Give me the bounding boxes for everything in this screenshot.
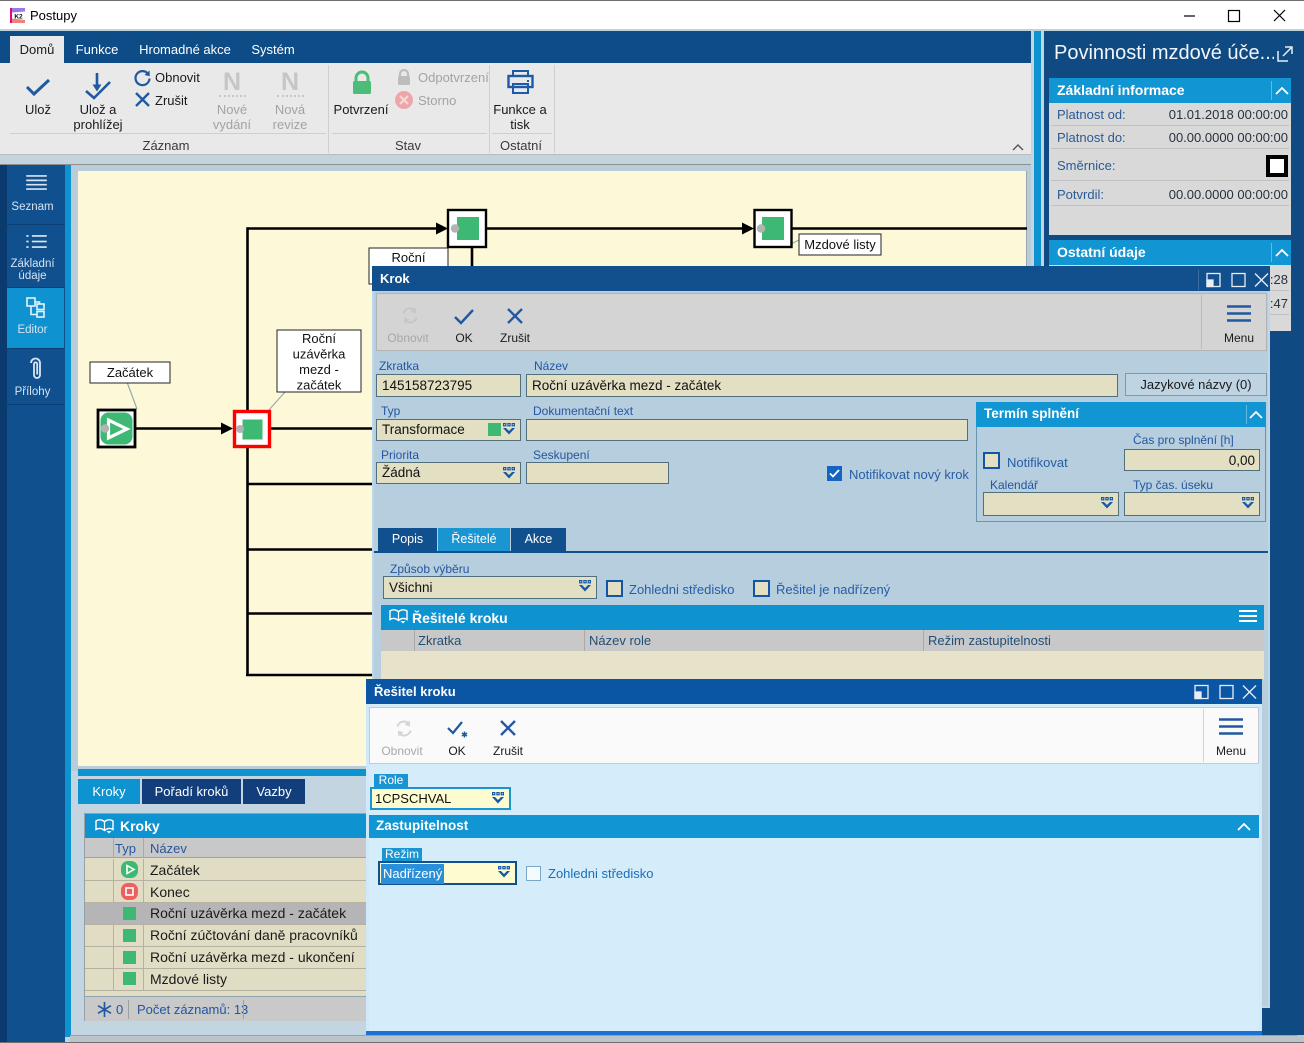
svg-text:K2: K2 (14, 14, 23, 21)
svg-text:Začátek: Začátek (107, 365, 154, 380)
svg-text:Roční: Roční (392, 250, 426, 265)
svg-text:začátek: začátek (297, 378, 342, 393)
svg-text:Mzdové listy: Mzdové listy (804, 237, 876, 252)
svg-text:uzávěrka: uzávěrka (293, 347, 347, 362)
svg-text:mezd -: mezd - (299, 362, 339, 377)
svg-text:Roční: Roční (302, 331, 336, 346)
